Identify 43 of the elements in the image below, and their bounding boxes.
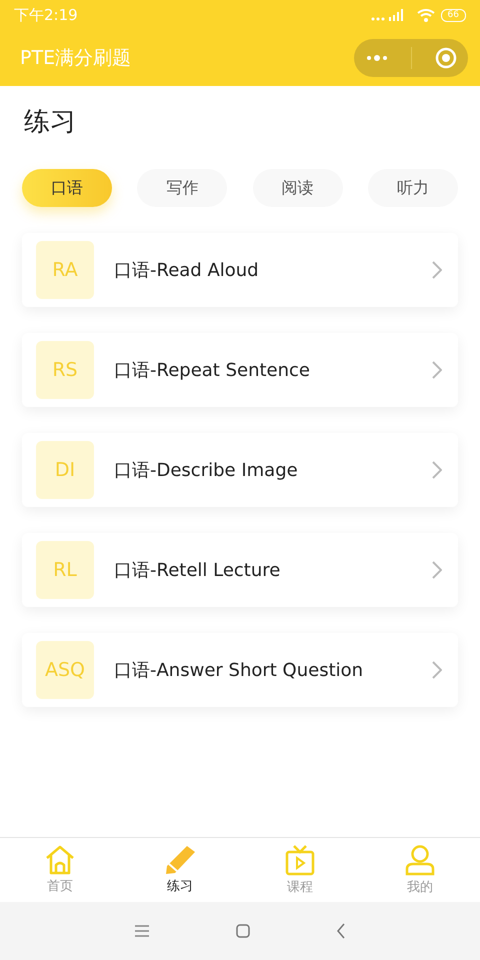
chevron-icon — [432, 361, 442, 379]
battery-level: 66 — [440, 8, 466, 22]
practice-card[interactable]: ASQ 口语-Answer Short Question — [22, 633, 458, 707]
practice-card[interactable]: DI 口语-Describe Image — [22, 433, 458, 507]
practice-title: 口语-Describe Image — [114, 459, 299, 482]
status-time: 下午2:19 — [14, 6, 78, 24]
chevron-icon — [432, 461, 442, 479]
abbreviation-tile: RS — [36, 341, 94, 399]
abbreviation-tile: RA — [36, 241, 94, 299]
tv-icon — [284, 844, 316, 876]
bottom-tab[interactable]: 练习 — [120, 838, 240, 902]
abbreviation-tile: DI — [36, 441, 94, 499]
menu-icon[interactable] — [134, 925, 150, 937]
chevron-icon — [432, 661, 442, 679]
home-icon — [44, 845, 76, 875]
close-icon[interactable] — [434, 47, 456, 69]
pencil-icon — [163, 845, 197, 875]
category-tab[interactable]: 写作 — [137, 169, 228, 207]
practice-title: 口语-Retell Lecture — [114, 559, 282, 582]
more-icon[interactable] — [366, 54, 388, 62]
abbreviation-tile: ASQ — [36, 641, 94, 699]
abbreviation-tile: RL — [36, 541, 94, 599]
back-icon[interactable] — [336, 923, 346, 939]
practice-title: 口语-Read Aloud — [114, 259, 260, 282]
home-button-icon[interactable] — [236, 924, 250, 938]
practice-title: 口语-Repeat Sentence — [114, 359, 311, 382]
wifi-icon — [416, 8, 435, 22]
practice-title: 口语-Answer Short Question — [114, 659, 364, 682]
practice-card[interactable]: RL 口语-Retell Lecture — [22, 533, 458, 607]
tab-label: 练习 — [167, 878, 193, 895]
page-title: 练习 — [24, 106, 77, 139]
category-tab[interactable]: 听力 — [368, 169, 458, 207]
chevron-icon — [432, 561, 442, 579]
app-title: PTE满分刷题 — [20, 46, 132, 71]
person-icon — [404, 844, 436, 876]
tab-label: 首页 — [47, 878, 73, 895]
category-tab[interactable]: 阅读 — [252, 169, 343, 207]
tab-label: 我的 — [407, 879, 433, 896]
practice-card[interactable]: RS 口语-Repeat Sentence — [22, 333, 458, 407]
practice-card[interactable]: RA 口语-Read Aloud — [22, 233, 458, 307]
chevron-icon — [432, 261, 442, 279]
tab-label: 课程 — [287, 879, 313, 896]
category-tab[interactable]: 口语 — [22, 169, 112, 207]
